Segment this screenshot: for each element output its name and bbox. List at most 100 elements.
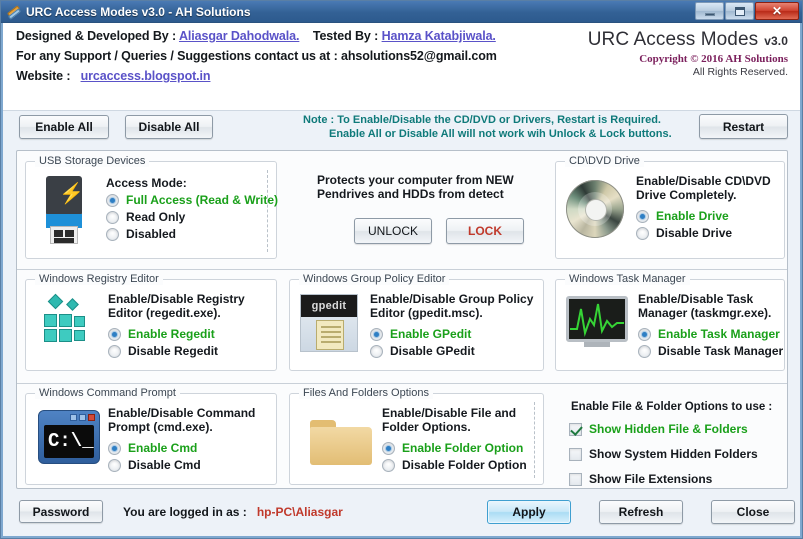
registry-group: Windows Registry Editor Enable/Disable R… xyxy=(25,273,277,371)
cddvd-line-1: Enable/Disable CD\DVD xyxy=(636,174,771,188)
apply-button[interactable]: Apply xyxy=(487,500,571,524)
registry-option-disable[interactable]: Disable Regedit xyxy=(108,344,245,358)
brand-title: URC Access Modes v3.0 xyxy=(588,29,788,51)
radio-icon[interactable] xyxy=(382,458,395,472)
gpedit-description: Enable/Disable Group Policy Editor (gped… xyxy=(370,292,533,320)
cmd-line-2: Prompt (cmd.exe). xyxy=(108,420,213,434)
credit-prefix: Designed & Developed By : xyxy=(16,29,177,43)
cmd-option-enable[interactable]: Enable Cmd xyxy=(108,441,255,455)
header-credits: Designed & Developed By : Aliasgar Dahod… xyxy=(16,29,497,89)
cddvd-group: CD\DVD Drive Enable/Disable CD\DVD Drive… xyxy=(555,155,785,259)
header-branding: URC Access Modes v3.0 Copyright © 2016 AH… xyxy=(588,29,788,78)
row-divider-1 xyxy=(17,269,787,270)
folder-option-disable[interactable]: Disable Folder Option xyxy=(382,458,527,472)
radio-icon[interactable] xyxy=(108,458,121,472)
website-link[interactable]: urcaccess.blogspot.in xyxy=(81,69,211,83)
cddvd-option-enable[interactable]: Enable Drive xyxy=(636,209,771,223)
cmd-group: Windows Command Prompt C:\_ Enable/Disab… xyxy=(25,387,277,485)
checkbox-icon[interactable] xyxy=(569,472,582,486)
cddvd-option-disable[interactable]: Disable Drive xyxy=(636,226,771,240)
folder-options-group-title: Files And Folders Options xyxy=(299,387,433,399)
radio-icon[interactable] xyxy=(636,209,649,223)
radio-icon[interactable] xyxy=(106,193,119,207)
cmd-icon-text: C:\_ xyxy=(48,430,94,452)
file-flag-label: Show System Hidden Folders xyxy=(589,447,758,461)
protect-line-2: Pendrives and HDDs from detect xyxy=(317,187,504,201)
taskmgr-option-enable[interactable]: Enable Task Manager xyxy=(638,327,783,341)
checkbox-show-system-hidden[interactable]: Show System Hidden Folders xyxy=(569,447,758,461)
gpedit-option-enable[interactable]: Enable GPedit xyxy=(370,327,533,341)
radio-icon[interactable] xyxy=(636,226,649,240)
lock-button[interactable]: LOCK xyxy=(446,218,524,244)
close-window-button[interactable]: ✕ xyxy=(755,2,799,20)
folder-icon xyxy=(310,420,376,468)
disable-all-button[interactable]: Disable All xyxy=(125,115,213,139)
usb-option-disabled[interactable]: Disabled xyxy=(106,227,278,241)
checkbox-show-file-extensions[interactable]: Show File Extensions xyxy=(569,472,712,486)
radio-icon[interactable] xyxy=(382,441,395,455)
taskmgr-line-2: Manager (taskmgr.exe). xyxy=(638,306,772,320)
folder-options-group: Files And Folders Options Enable/Disable… xyxy=(289,387,544,485)
credit-row: Designed & Developed By : Aliasgar Dahod… xyxy=(16,29,497,43)
restart-note: Note : To Enable/Disable the CD/DVD or D… xyxy=(303,113,672,141)
gpedit-option-label: Disable GPedit xyxy=(390,344,475,358)
client-area: Designed & Developed By : Aliasgar Dahod… xyxy=(1,23,802,538)
close-button[interactable]: Close xyxy=(711,500,795,524)
developer-link[interactable]: Aliasgar Dahodwala. xyxy=(179,29,299,43)
checkbox-show-hidden-files[interactable]: Show Hidden File & Folders xyxy=(569,422,748,436)
restart-button[interactable]: Restart xyxy=(699,114,788,139)
taskmanager-description: Enable/Disable Task Manager (taskmgr.exe… xyxy=(638,292,783,320)
usb-drive-icon: ⚡ xyxy=(38,176,90,246)
enable-all-button[interactable]: Enable All xyxy=(19,115,109,139)
taskmgr-option-disable[interactable]: Disable Task Manager xyxy=(638,344,783,358)
taskmanager-controls: Enable/Disable Task Manager (taskmgr.exe… xyxy=(638,292,783,358)
cmd-option-disable[interactable]: Disable Cmd xyxy=(108,458,255,472)
radio-icon[interactable] xyxy=(370,327,383,341)
radio-icon[interactable] xyxy=(638,327,651,341)
password-button[interactable]: Password xyxy=(19,500,103,523)
radio-icon[interactable] xyxy=(108,441,121,455)
usb-access-mode-block: Access Mode: Full Access (Read & Write) … xyxy=(106,176,278,241)
checkbox-icon[interactable] xyxy=(569,422,582,436)
unlock-button[interactable]: UNLOCK xyxy=(354,218,432,244)
file-flags-group: Enable File & Folder Options to use : Sh… xyxy=(555,393,785,486)
radio-icon[interactable] xyxy=(370,344,383,358)
pendrive-protection-group: Protects your computer from NEW Pendrive… xyxy=(289,163,544,257)
tester-link[interactable]: Hamza Katabjiwala. xyxy=(382,29,496,43)
gpedit-document-icon: gpedit xyxy=(300,294,360,356)
registry-description: Enable/Disable Registry Editor (regedit.… xyxy=(108,292,245,320)
registry-line-1: Enable/Disable Registry xyxy=(108,292,245,306)
usb-storage-group: USB Storage Devices ⚡ Access Mode: Full … xyxy=(25,155,278,259)
group-divider xyxy=(534,402,535,478)
radio-icon[interactable] xyxy=(638,344,651,358)
taskmanager-group-title: Windows Task Manager xyxy=(565,273,690,285)
gpedit-option-label: Enable GPedit xyxy=(390,327,472,341)
usb-option-full-access[interactable]: Full Access (Read & Write) xyxy=(106,193,278,207)
gpedit-option-disable[interactable]: Disable GPedit xyxy=(370,344,533,358)
registry-option-enable[interactable]: Enable Regedit xyxy=(108,327,245,341)
rights-text: All Rights Reserved. xyxy=(692,66,788,78)
protect-description: Protects your computer from NEW Pendrive… xyxy=(317,173,514,201)
checkbox-icon[interactable] xyxy=(569,447,582,461)
settings-panel: USB Storage Devices ⚡ Access Mode: Full … xyxy=(16,150,788,489)
radio-icon[interactable] xyxy=(108,327,121,341)
folder-option-label: Enable Folder Option xyxy=(402,441,524,455)
folder-option-enable[interactable]: Enable Folder Option xyxy=(382,441,527,455)
usb-option-label: Read Only xyxy=(126,210,186,224)
refresh-button[interactable]: Refresh xyxy=(599,500,683,524)
radio-icon[interactable] xyxy=(106,210,119,224)
cmd-option-label: Disable Cmd xyxy=(128,458,201,472)
cmd-controls: Enable/Disable Command Prompt (cmd.exe).… xyxy=(108,406,255,472)
registry-option-label: Disable Regedit xyxy=(128,344,219,358)
radio-icon[interactable] xyxy=(106,227,119,241)
minimize-button[interactable] xyxy=(695,2,724,20)
cddvd-line-2: Drive Completely. xyxy=(636,188,737,202)
tested-prefix: Tested By : xyxy=(312,29,379,43)
usb-option-label: Full Access (Read & Write) xyxy=(126,193,279,207)
radio-icon[interactable] xyxy=(108,344,121,358)
gpedit-group-title: Windows Group Policy Editor xyxy=(299,273,450,285)
gpedit-line-1: Enable/Disable Group Policy xyxy=(370,292,534,306)
note-line-1: Note : To Enable/Disable the CD/DVD or D… xyxy=(303,114,661,126)
maximize-button[interactable] xyxy=(725,2,754,20)
usb-option-read-only[interactable]: Read Only xyxy=(106,210,278,224)
